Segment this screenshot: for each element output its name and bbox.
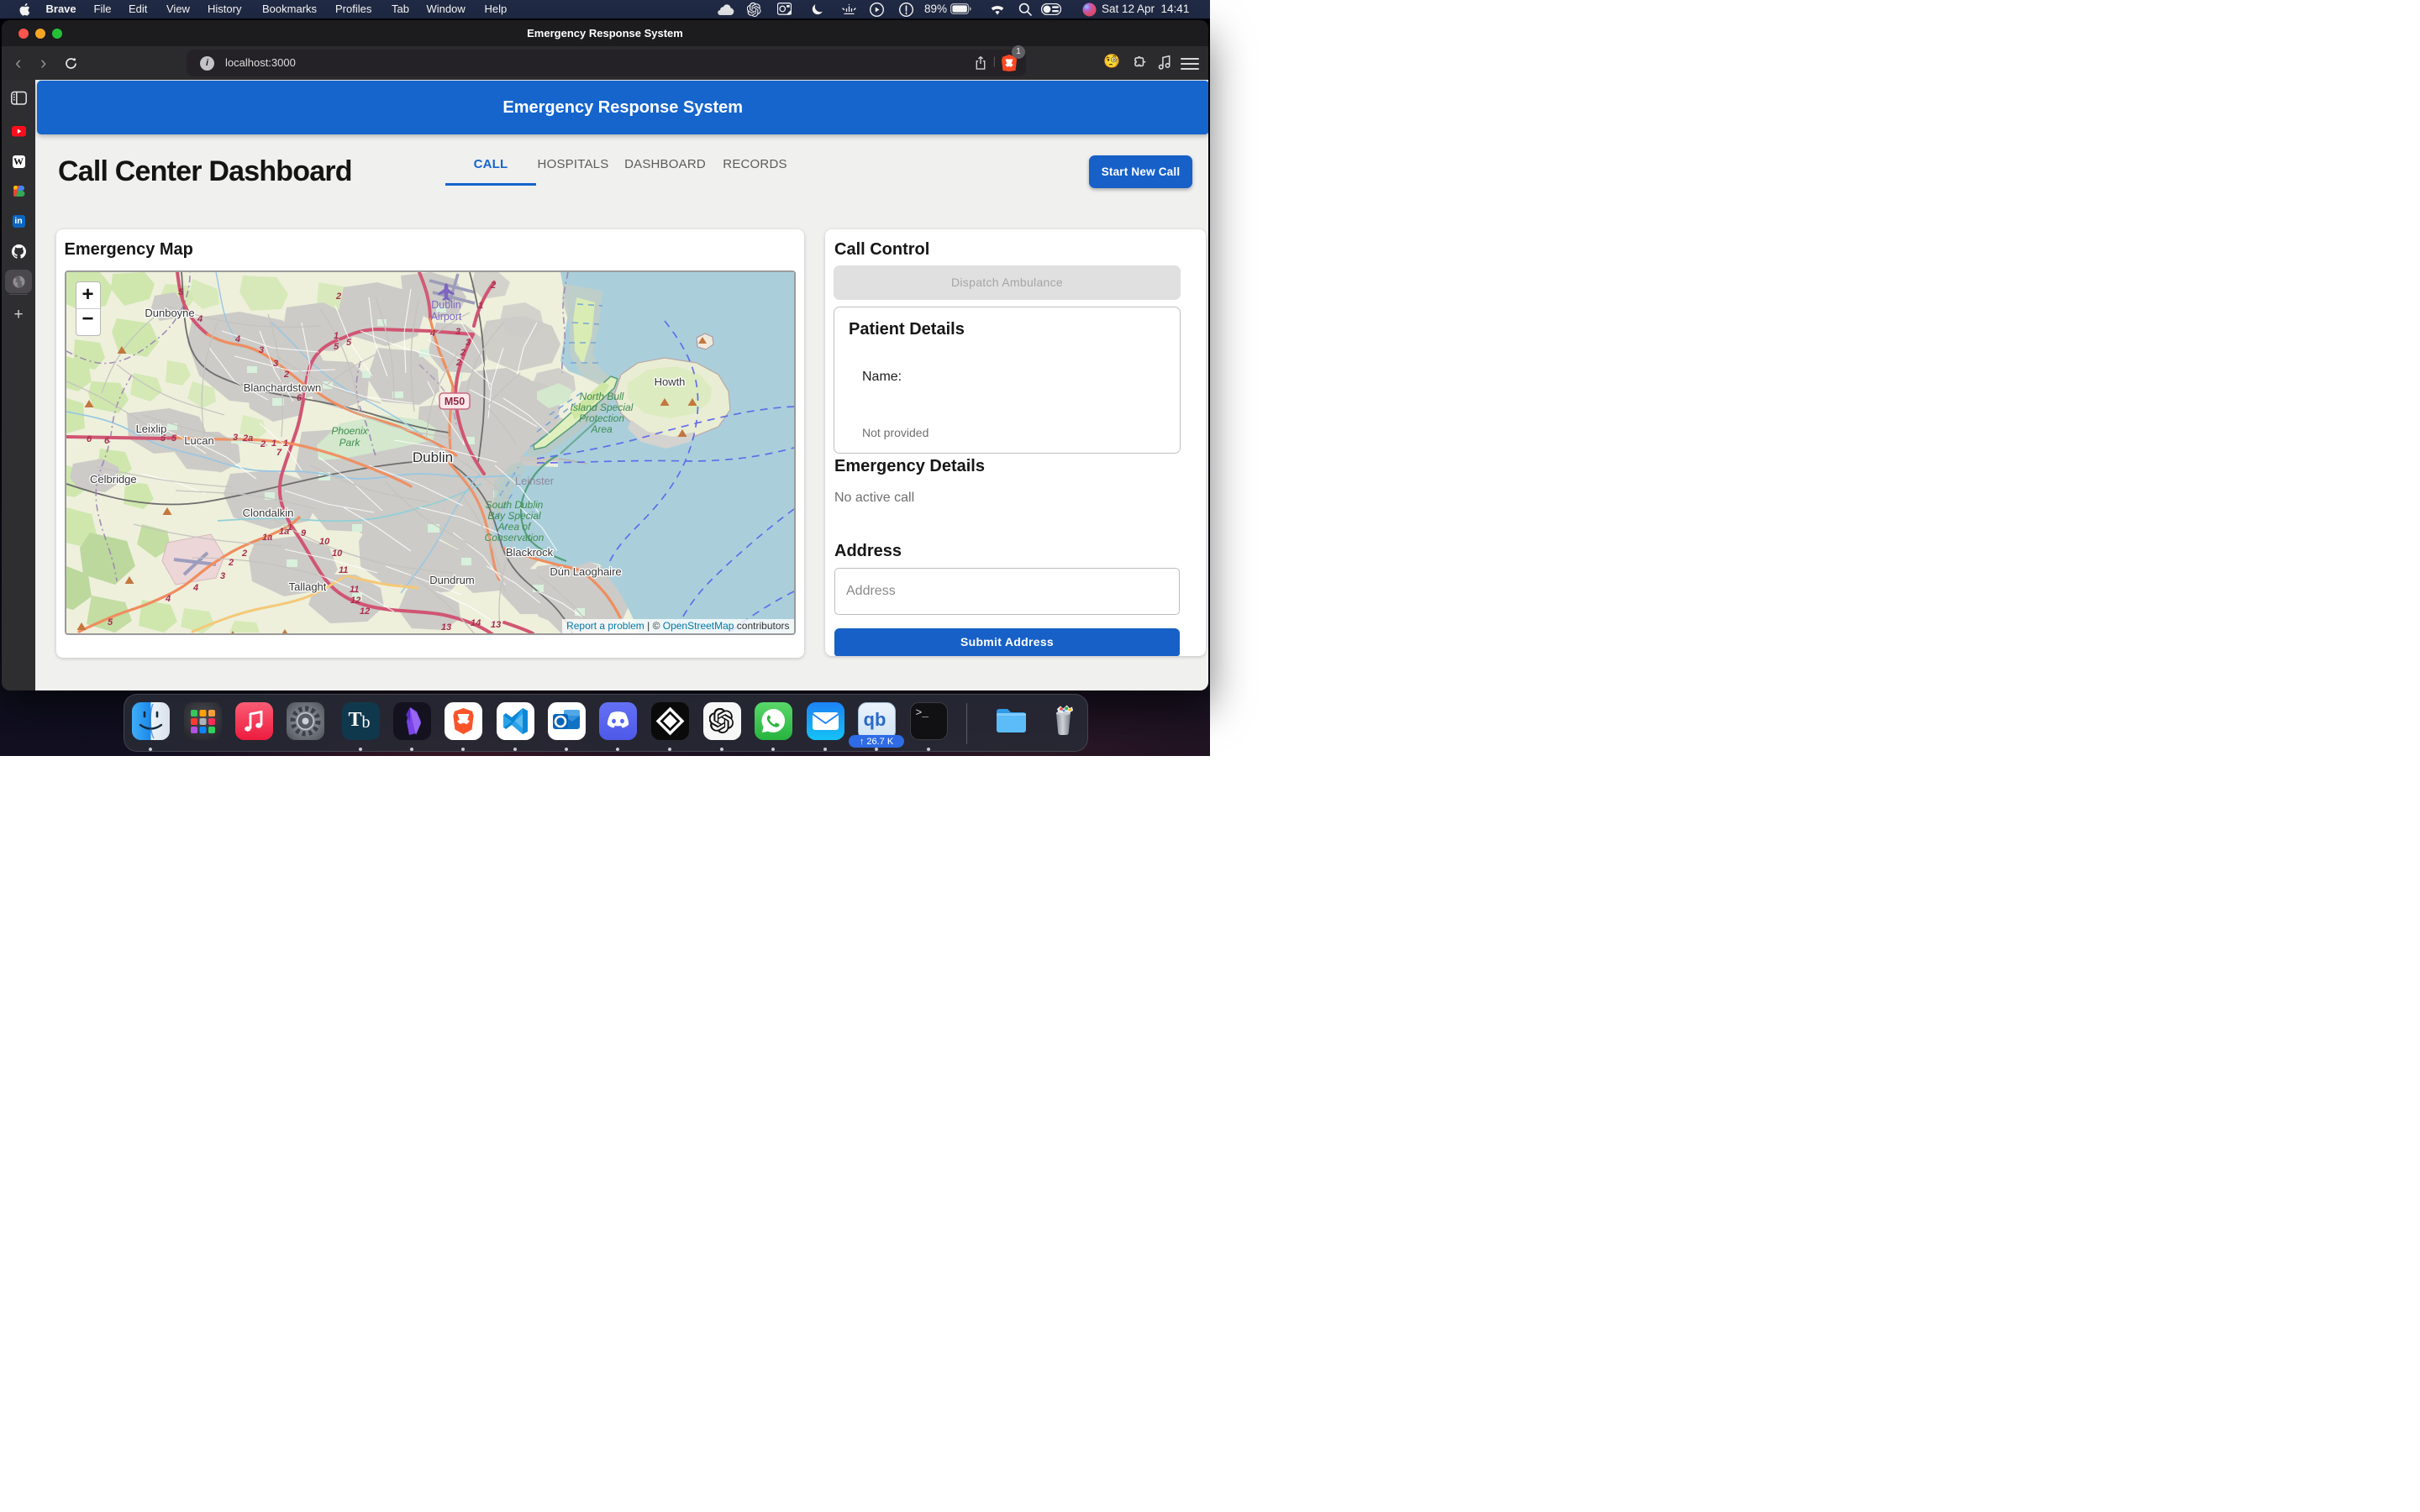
svg-text:Dunboyne: Dunboyne (145, 307, 194, 319)
svg-text:6: 6 (297, 393, 302, 403)
svg-text:1: 1 (334, 331, 339, 341)
svg-text:Leinster: Leinster (514, 475, 554, 487)
svg-text:13: 13 (441, 622, 451, 633)
svg-text:4: 4 (197, 314, 203, 324)
svg-text:2a: 2a (242, 433, 253, 444)
svg-text:Protection: Protection (578, 412, 623, 424)
svg-text:Lucan: Lucan (184, 434, 213, 447)
svg-text:5: 5 (171, 433, 177, 444)
svg-text:Park: Park (339, 437, 360, 449)
svg-text:South Dublin: South Dublin (485, 499, 543, 511)
svg-text:2: 2 (335, 291, 341, 302)
svg-text:4: 4 (429, 328, 435, 339)
svg-text:Bay Special: Bay Special (487, 510, 541, 522)
svg-text:12: 12 (350, 596, 360, 606)
svg-text:14: 14 (471, 618, 481, 628)
svg-text:12: 12 (360, 606, 370, 617)
svg-text:1: 1 (283, 438, 288, 449)
svg-text:Clondalkin: Clondalkin (242, 507, 293, 519)
svg-text:3: 3 (466, 338, 471, 348)
svg-text:2: 2 (241, 549, 247, 559)
svg-text:7: 7 (276, 448, 282, 458)
svg-text:2: 2 (490, 281, 496, 291)
svg-text:1: 1 (478, 301, 483, 311)
svg-text:1a: 1a (262, 533, 272, 543)
svg-text:Airport: Airport (430, 311, 461, 323)
svg-text:Blackrock: Blackrock (505, 546, 553, 559)
svg-text:Howth: Howth (654, 375, 685, 388)
svg-text:5: 5 (346, 338, 352, 348)
svg-text:2: 2 (283, 370, 289, 380)
svg-text:6: 6 (104, 436, 110, 446)
svg-text:11: 11 (339, 565, 348, 575)
svg-text:3: 3 (455, 327, 460, 337)
svg-text:11: 11 (350, 585, 359, 595)
svg-text:4: 4 (234, 334, 240, 344)
svg-text:4: 4 (165, 594, 171, 604)
svg-text:M50: M50 (444, 396, 464, 407)
svg-text:Phoenix: Phoenix (331, 425, 368, 437)
svg-text:Celbridge: Celbridge (90, 473, 137, 486)
svg-text:Dublin: Dublin (412, 449, 452, 465)
svg-text:Area: Area (590, 423, 613, 435)
svg-text:Tallaght: Tallaght (288, 580, 326, 593)
svg-text:Blanchardstown: Blanchardstown (243, 381, 321, 394)
svg-text:3: 3 (220, 571, 225, 581)
svg-text:1: 1 (287, 522, 292, 533)
svg-text:6: 6 (87, 434, 92, 444)
svg-text:Area of: Area of (497, 521, 531, 533)
svg-text:Dublin: Dublin (431, 299, 460, 311)
svg-text:5: 5 (108, 617, 113, 627)
svg-text:13: 13 (491, 620, 501, 630)
svg-text:3: 3 (273, 359, 278, 369)
svg-text:Dundrum: Dundrum (429, 574, 474, 586)
svg-text:5: 5 (178, 287, 184, 297)
svg-text:4: 4 (192, 583, 198, 593)
svg-text:5: 5 (334, 342, 339, 352)
svg-text:2: 2 (260, 439, 266, 449)
svg-text:10: 10 (332, 549, 343, 559)
svg-text:2: 2 (460, 348, 466, 358)
svg-text:Leixlip: Leixlip (135, 423, 166, 435)
svg-text:Dún Laoghaire: Dún Laoghaire (550, 565, 621, 578)
svg-text:2: 2 (455, 358, 461, 368)
svg-text:9: 9 (301, 528, 307, 538)
svg-text:Island Special: Island Special (570, 402, 633, 413)
svg-text:3: 3 (259, 345, 264, 355)
svg-text:10: 10 (319, 537, 330, 547)
svg-text:Conservation: Conservation (484, 532, 544, 543)
svg-text:3: 3 (233, 433, 238, 443)
svg-text:North Bull: North Bull (579, 391, 623, 402)
svg-text:2: 2 (228, 558, 234, 568)
